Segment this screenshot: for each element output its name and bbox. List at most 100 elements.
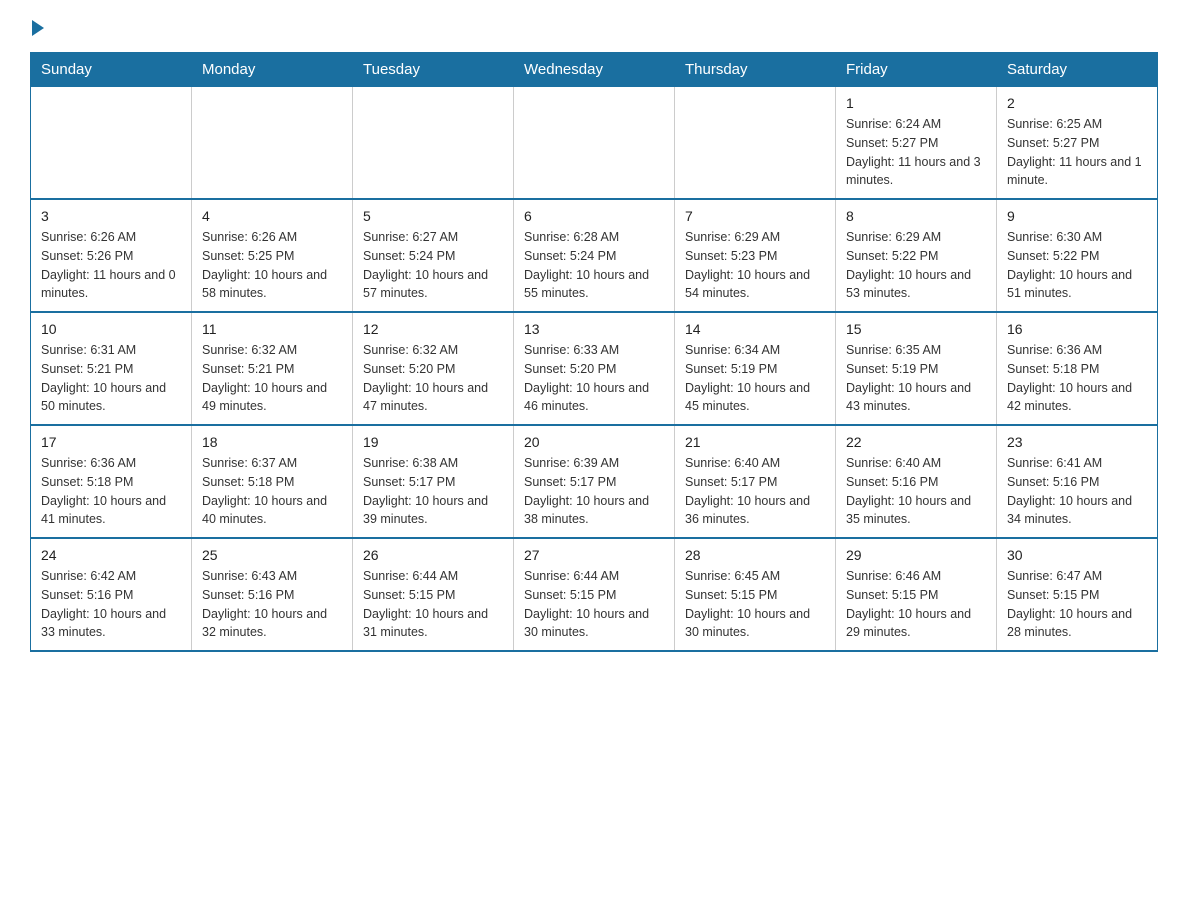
- day-number: 26: [363, 547, 503, 563]
- day-info: Sunrise: 6:47 AMSunset: 5:15 PMDaylight:…: [1007, 567, 1147, 642]
- calendar-cell: 6 Sunrise: 6:28 AMSunset: 5:24 PMDaylight…: [514, 199, 675, 312]
- day-number: 8: [846, 208, 986, 224]
- day-info: Sunrise: 6:45 AMSunset: 5:15 PMDaylight:…: [685, 567, 825, 642]
- header-friday: Friday: [836, 53, 997, 87]
- day-info: Sunrise: 6:31 AMSunset: 5:21 PMDaylight:…: [41, 341, 181, 416]
- day-info: Sunrise: 6:32 AMSunset: 5:20 PMDaylight:…: [363, 341, 503, 416]
- calendar-table: SundayMondayTuesdayWednesdayThursdayFrid…: [30, 52, 1158, 652]
- day-number: 19: [363, 434, 503, 450]
- day-info: Sunrise: 6:38 AMSunset: 5:17 PMDaylight:…: [363, 454, 503, 529]
- day-info: Sunrise: 6:27 AMSunset: 5:24 PMDaylight:…: [363, 228, 503, 303]
- calendar-cell: 10 Sunrise: 6:31 AMSunset: 5:21 PMDayligh…: [31, 312, 192, 425]
- calendar-cell: 3Sunrise: 6:26 AMSunset: 5:26 PMDaylight…: [31, 199, 192, 312]
- day-info: Sunrise: 6:42 AMSunset: 5:16 PMDaylight:…: [41, 567, 181, 642]
- calendar-cell: 2 Sunrise: 6:25 AMSunset: 5:27 PMDaylight…: [997, 87, 1158, 200]
- calendar-cell: 8 Sunrise: 6:29 AMSunset: 5:22 PMDaylight…: [836, 199, 997, 312]
- day-info: Sunrise: 6:41 AMSunset: 5:16 PMDaylight:…: [1007, 454, 1147, 529]
- calendar-cell: 19 Sunrise: 6:38 AMSunset: 5:17 PMDayligh…: [353, 425, 514, 538]
- day-number: 15: [846, 321, 986, 337]
- calendar-cell: 14Sunrise: 6:34 AMSunset: 5:19 PMDayligh…: [675, 312, 836, 425]
- day-number: 28: [685, 547, 825, 563]
- header-wednesday: Wednesday: [514, 53, 675, 87]
- day-info: Sunrise: 6:32 AMSunset: 5:21 PMDaylight:…: [202, 341, 342, 416]
- day-info: Sunrise: 6:40 AMSunset: 5:16 PMDaylight:…: [846, 454, 986, 529]
- day-number: 16: [1007, 321, 1147, 337]
- calendar-cell: 7 Sunrise: 6:29 AMSunset: 5:23 PMDaylight…: [675, 199, 836, 312]
- day-info: Sunrise: 6:36 AMSunset: 5:18 PMDaylight:…: [1007, 341, 1147, 416]
- day-info: Sunrise: 6:46 AMSunset: 5:15 PMDaylight:…: [846, 567, 986, 642]
- day-info: Sunrise: 6:30 AMSunset: 5:22 PMDaylight:…: [1007, 228, 1147, 303]
- day-info: Sunrise: 6:25 AMSunset: 5:27 PMDaylight:…: [1007, 115, 1147, 190]
- day-number: 4: [202, 208, 342, 224]
- header-tuesday: Tuesday: [353, 53, 514, 87]
- day-info: Sunrise: 6:29 AMSunset: 5:23 PMDaylight:…: [685, 228, 825, 303]
- day-number: 23: [1007, 434, 1147, 450]
- calendar-cell: 30 Sunrise: 6:47 AMSunset: 5:15 PMDayligh…: [997, 538, 1158, 651]
- header-sunday: Sunday: [31, 53, 192, 87]
- calendar-week-row: 1Sunrise: 6:24 AMSunset: 5:27 PMDaylight…: [31, 87, 1158, 200]
- header-monday: Monday: [192, 53, 353, 87]
- day-number: 12: [363, 321, 503, 337]
- calendar-cell: [192, 87, 353, 200]
- day-number: 21: [685, 434, 825, 450]
- day-number: 7: [685, 208, 825, 224]
- calendar-cell: 11 Sunrise: 6:32 AMSunset: 5:21 PMDayligh…: [192, 312, 353, 425]
- calendar-week-row: 24 Sunrise: 6:42 AMSunset: 5:16 PMDayligh…: [31, 538, 1158, 651]
- day-number: 29: [846, 547, 986, 563]
- calendar-cell: 24 Sunrise: 6:42 AMSunset: 5:16 PMDayligh…: [31, 538, 192, 651]
- day-info: Sunrise: 6:34 AMSunset: 5:19 PMDaylight:…: [685, 341, 825, 416]
- header-thursday: Thursday: [675, 53, 836, 87]
- calendar-cell: [514, 87, 675, 200]
- calendar-cell: 17 Sunrise: 6:36 AMSunset: 5:18 PMDayligh…: [31, 425, 192, 538]
- day-info: Sunrise: 6:35 AMSunset: 5:19 PMDaylight:…: [846, 341, 986, 416]
- day-info: Sunrise: 6:43 AMSunset: 5:16 PMDaylight:…: [202, 567, 342, 642]
- logo-arrow-icon: [32, 20, 44, 36]
- day-info: Sunrise: 6:29 AMSunset: 5:22 PMDaylight:…: [846, 228, 986, 303]
- day-number: 6: [524, 208, 664, 224]
- calendar-week-row: 17 Sunrise: 6:36 AMSunset: 5:18 PMDayligh…: [31, 425, 1158, 538]
- day-number: 3: [41, 208, 181, 224]
- calendar-cell: 5 Sunrise: 6:27 AMSunset: 5:24 PMDaylight…: [353, 199, 514, 312]
- calendar-cell: 20 Sunrise: 6:39 AMSunset: 5:17 PMDayligh…: [514, 425, 675, 538]
- day-info: Sunrise: 6:33 AMSunset: 5:20 PMDaylight:…: [524, 341, 664, 416]
- calendar-cell: 26 Sunrise: 6:44 AMSunset: 5:15 PMDayligh…: [353, 538, 514, 651]
- calendar-week-row: 3Sunrise: 6:26 AMSunset: 5:26 PMDaylight…: [31, 199, 1158, 312]
- calendar-cell: 22 Sunrise: 6:40 AMSunset: 5:16 PMDayligh…: [836, 425, 997, 538]
- day-info: Sunrise: 6:44 AMSunset: 5:15 PMDaylight:…: [363, 567, 503, 642]
- day-info: Sunrise: 6:37 AMSunset: 5:18 PMDaylight:…: [202, 454, 342, 529]
- day-number: 18: [202, 434, 342, 450]
- day-number: 11: [202, 321, 342, 337]
- calendar-cell: 18 Sunrise: 6:37 AMSunset: 5:18 PMDayligh…: [192, 425, 353, 538]
- day-number: 10: [41, 321, 181, 337]
- day-number: 13: [524, 321, 664, 337]
- day-info: Sunrise: 6:26 AMSunset: 5:25 PMDaylight:…: [202, 228, 342, 303]
- calendar-cell: 25 Sunrise: 6:43 AMSunset: 5:16 PMDayligh…: [192, 538, 353, 651]
- day-number: 17: [41, 434, 181, 450]
- day-info: Sunrise: 6:36 AMSunset: 5:18 PMDaylight:…: [41, 454, 181, 529]
- calendar-cell: 16 Sunrise: 6:36 AMSunset: 5:18 PMDayligh…: [997, 312, 1158, 425]
- calendar-cell: 9Sunrise: 6:30 AMSunset: 5:22 PMDaylight…: [997, 199, 1158, 312]
- calendar-cell: 12 Sunrise: 6:32 AMSunset: 5:20 PMDayligh…: [353, 312, 514, 425]
- day-info: Sunrise: 6:28 AMSunset: 5:24 PMDaylight:…: [524, 228, 664, 303]
- calendar-cell: 1Sunrise: 6:24 AMSunset: 5:27 PMDaylight…: [836, 87, 997, 200]
- calendar-week-row: 10 Sunrise: 6:31 AMSunset: 5:21 PMDayligh…: [31, 312, 1158, 425]
- day-number: 27: [524, 547, 664, 563]
- day-number: 2: [1007, 95, 1147, 111]
- calendar-header-row: SundayMondayTuesdayWednesdayThursdayFrid…: [31, 53, 1158, 87]
- calendar-cell: 15 Sunrise: 6:35 AMSunset: 5:19 PMDayligh…: [836, 312, 997, 425]
- day-number: 20: [524, 434, 664, 450]
- day-number: 24: [41, 547, 181, 563]
- calendar-cell: 4 Sunrise: 6:26 AMSunset: 5:25 PMDaylight…: [192, 199, 353, 312]
- day-number: 1: [846, 95, 986, 111]
- day-info: Sunrise: 6:39 AMSunset: 5:17 PMDaylight:…: [524, 454, 664, 529]
- day-number: 25: [202, 547, 342, 563]
- day-number: 30: [1007, 547, 1147, 563]
- day-info: Sunrise: 6:40 AMSunset: 5:17 PMDaylight:…: [685, 454, 825, 529]
- header-saturday: Saturday: [997, 53, 1158, 87]
- logo: [30, 20, 46, 32]
- day-number: 5: [363, 208, 503, 224]
- day-number: 22: [846, 434, 986, 450]
- calendar-cell: 27Sunrise: 6:44 AMSunset: 5:15 PMDayligh…: [514, 538, 675, 651]
- calendar-cell: 23 Sunrise: 6:41 AMSunset: 5:16 PMDayligh…: [997, 425, 1158, 538]
- calendar-cell: [675, 87, 836, 200]
